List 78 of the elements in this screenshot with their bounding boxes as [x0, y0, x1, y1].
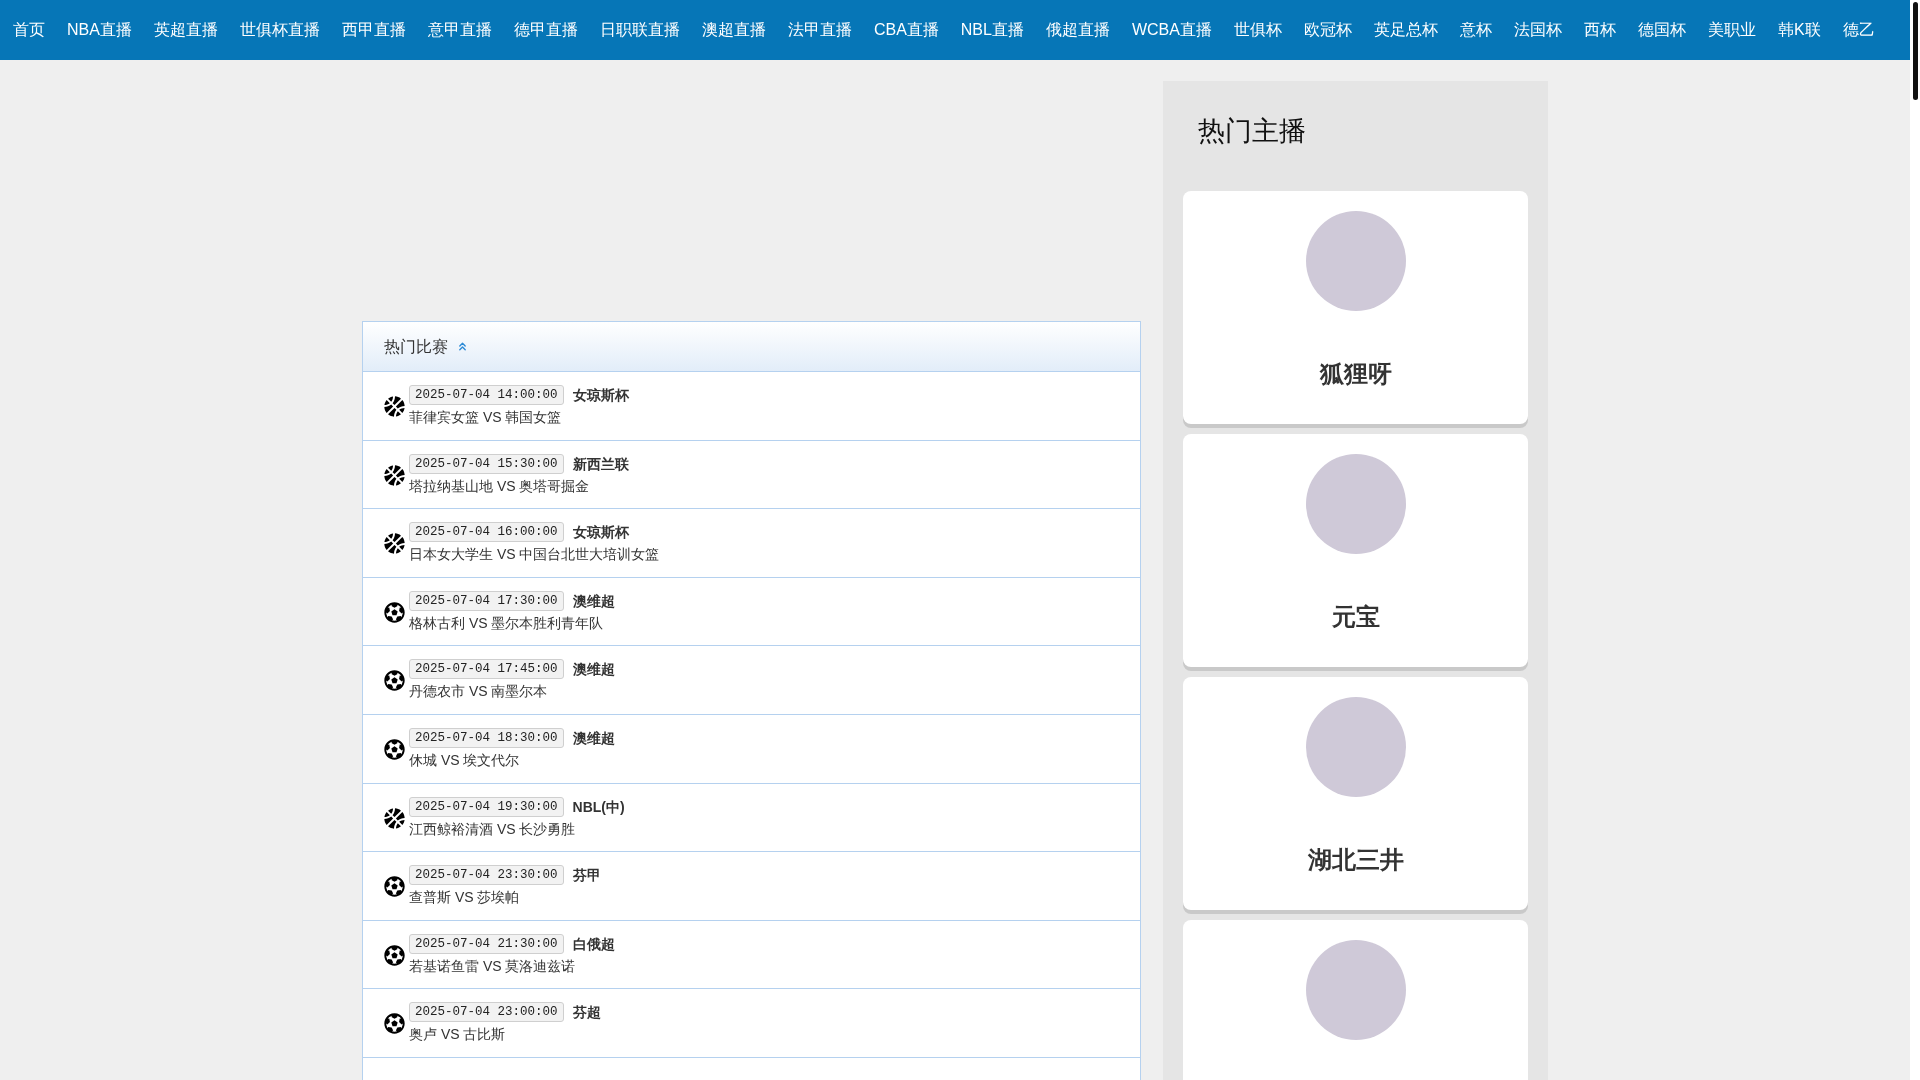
match-teams: 塔拉纳基山地 VS 奥塔哥掘金: [409, 476, 591, 496]
match-time: 2025-07-04 15:30:00: [409, 453, 564, 474]
match-row[interactable]: 2025-07-04 19:30:00 NBL(中) 江西鲸裕清酒 VS 长沙勇胜: [363, 783, 1140, 853]
streamer-name: 元宝: [1331, 603, 1380, 631]
streamer-card[interactable]: 湖北三井: [1183, 677, 1528, 910]
nav-link[interactable]: NBA直播: [67, 20, 132, 40]
match-teams: 格林古利 VS 墨尔本胜利青年队: [409, 613, 605, 633]
match-row[interactable]: 2025-07-04 17:45:00 澳维超 丹德农市 VS 南墨尔本: [363, 646, 1140, 715]
nav-link[interactable]: 法国杯: [1513, 20, 1562, 40]
nav-link[interactable]: 韩K联: [1777, 20, 1821, 40]
nav-link[interactable]: 英超直播: [153, 20, 218, 40]
match-time: 2025-07-04 18:30:00: [409, 727, 564, 748]
match-teams: 查普斯 VS 莎埃帕: [409, 888, 521, 908]
league-name: 澳维超: [572, 660, 615, 680]
league-name: 白俄超: [572, 934, 615, 954]
nav-link[interactable]: 法甲直播: [787, 20, 852, 40]
match-time: 2025-07-04 19:30:00: [409, 796, 564, 817]
nav-link[interactable]: 首页: [13, 20, 45, 40]
nav-link[interactable]: 意杯: [1459, 20, 1492, 40]
scrollbar-thumb[interactable]: [1912, 2, 1918, 100]
match-teams: 江西鲸裕清酒 VS 长沙勇胜: [409, 819, 577, 839]
match-row[interactable]: 2025-07-04 23:00:00 芬超 奥卢 VS 古比斯: [363, 989, 1140, 1058]
match-teams: 休城 VS 埃文代尔: [409, 750, 521, 770]
basketball-icon: [384, 807, 405, 829]
nav-link[interactable]: 德甲直播: [513, 20, 578, 40]
nav-link[interactable]: 世俱杯: [1233, 20, 1282, 40]
league-name: 澳维超: [572, 728, 615, 748]
match-row[interactable]: 2025-07-04 18:30:00 澳维超 休城 VS 埃文代尔: [363, 714, 1140, 784]
league-name: 澳维超: [572, 591, 615, 611]
nav-link[interactable]: 英足总杯: [1373, 20, 1438, 40]
collapse-icon[interactable]: [456, 340, 469, 353]
match-teams: 若基诺鱼雷 VS 莫洛迪兹诺: [409, 956, 577, 976]
nav-link[interactable]: 意甲直播: [427, 20, 492, 40]
match-row[interactable]: 2025-07-04 15:30:00 新西兰联 塔拉纳基山地 VS 奥塔哥掘金: [363, 440, 1140, 510]
nav-link[interactable]: 欧冠杯: [1303, 20, 1352, 40]
nav-link[interactable]: 日职联直播: [599, 20, 680, 40]
streamer-card[interactable]: 元宝: [1183, 434, 1528, 667]
basketball-icon: [384, 464, 405, 486]
nav-link[interactable]: 世俱杯直播: [239, 20, 320, 40]
league-name: NBL(中): [572, 797, 625, 817]
nav-link[interactable]: WCBA直播: [1131, 20, 1212, 40]
match-row[interactable]: 2025-07-04 17:30:00 澳维超 格林古利 VS 墨尔本胜利青年队: [363, 577, 1140, 647]
league-name: 女琼斯杯: [572, 386, 629, 405]
league-name: 芬超: [572, 1003, 601, 1023]
match-row[interactable]: 2025-07-04 14:00:00 女琼斯杯 菲律宾女篮 VS 韩国女篮: [363, 372, 1140, 441]
match-time: 2025-07-04 23:30:00: [409, 865, 564, 886]
match-time: 2025-07-04 16:00:00: [409, 522, 564, 543]
streamer-card[interactable]: 狐狸呀: [1183, 191, 1528, 424]
nav-link[interactable]: 德乙: [1842, 20, 1875, 40]
league-name: 芬甲: [572, 866, 601, 886]
match-row[interactable]: 2025-07-04 16:00:00 女琼斯杯 日本女大学生 VS 中国台北世大培训女篮: [363, 509, 1140, 578]
match-time: 2025-07-04 17:45:00: [409, 659, 564, 680]
nav-link[interactable]: 西甲直播: [341, 20, 406, 40]
nav-link[interactable]: 澳超直播: [701, 20, 766, 40]
streamer-name: 狐狸呀: [1319, 360, 1392, 388]
match-time: 2025-07-04 14:00:00: [409, 385, 564, 405]
nav-link[interactable]: 德国杯: [1637, 20, 1686, 40]
match-time: 2025-07-04 17:30:00: [409, 590, 564, 611]
match-row[interactable]: 2025-07-04 21:30:00 白俄超 若基诺鱼雷 VS 莫洛迪兹诺: [363, 920, 1140, 990]
match-time: 2025-07-04 21:30:00: [409, 933, 564, 954]
nav-link[interactable]: CBA直播: [873, 20, 939, 40]
basketball-icon: [384, 533, 405, 555]
match-teams: 奥卢 VS 古比斯: [409, 1025, 507, 1045]
match-teams: 丹德农市 VS 南墨尔本: [409, 682, 549, 702]
match-row[interactable]: 2025-07-04 23:30:00 芬甲 查普斯 VS 莎埃帕: [363, 852, 1140, 921]
match-teams: 菲律宾女篮 VS 韩国女篮: [409, 408, 563, 427]
panel-title: 热门主播: [1198, 115, 1306, 147]
basketball-icon: [384, 396, 405, 417]
match-time: 2025-07-04 23:00:00: [409, 1002, 564, 1023]
nav-link[interactable]: NBL直播: [960, 20, 1024, 40]
match-teams: 日本女大学生 VS 中国台北世大培训女篮: [409, 545, 660, 565]
league-name: 女琼斯杯: [572, 523, 629, 543]
panel-title: 热门比赛: [384, 336, 448, 357]
league-name: 新西兰联: [572, 454, 629, 474]
streamer-name: 湖北三井: [1307, 846, 1404, 874]
nav-link[interactable]: 西杯: [1583, 20, 1616, 40]
nav-link[interactable]: 美职业: [1707, 20, 1756, 40]
nav-link[interactable]: 俄超直播: [1045, 20, 1110, 40]
